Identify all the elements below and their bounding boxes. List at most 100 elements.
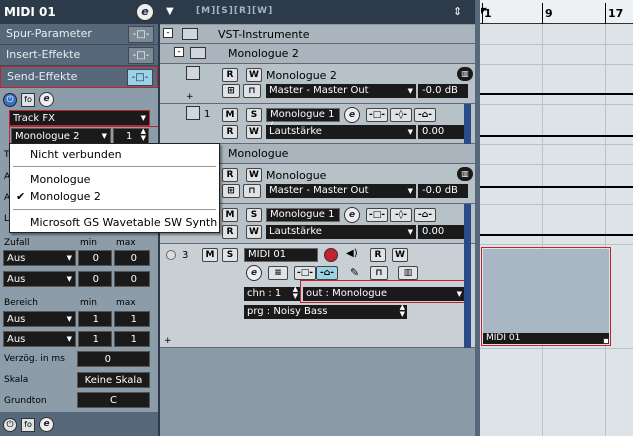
write-button[interactable]: W (246, 168, 262, 182)
midi-output-select[interactable]: out : Monologue (303, 287, 465, 301)
eq-icon[interactable]: -◊- (390, 108, 412, 122)
add-icon[interactable]: + (164, 336, 172, 346)
record-enable-button[interactable] (324, 248, 338, 262)
insert-icon[interactable]: -□- (366, 108, 388, 122)
solo-button[interactable]: S (246, 108, 262, 122)
monitor-icon[interactable]: ◀) (346, 248, 358, 259)
zufall-min-field-1[interactable]: 0 (78, 250, 112, 266)
pencil-icon[interactable]: ✎ (350, 266, 359, 279)
instrument-folder-row[interactable] (160, 44, 475, 64)
group-name[interactable]: Monologue (228, 147, 288, 160)
add-icon[interactable]: + (186, 92, 194, 102)
send-number-field[interactable]: 1 ▲ ▼ (113, 128, 149, 144)
bereich-min-field-2[interactable]: 1 (78, 331, 112, 347)
edit-button[interactable]: e (136, 3, 154, 21)
section-send-effekte[interactable]: Send-Effekte -□- (0, 66, 158, 88)
midi-part[interactable] (483, 249, 609, 333)
solo-button[interactable]: S (246, 208, 262, 222)
inspector-title[interactable]: MIDI 01 (0, 0, 158, 24)
stepper-icon[interactable]: ▲ ▼ (141, 128, 146, 142)
output-routing-select[interactable]: Master - Master Out (266, 84, 416, 98)
track-name-field[interactable]: Monologue 1 ( (266, 108, 340, 132)
volume-field[interactable]: -0.0 dB (418, 184, 468, 198)
zufall-max-field-1[interactable]: 0 (114, 250, 150, 266)
power-icon[interactable]: ⏻ (3, 93, 17, 107)
automation-line[interactable] (480, 234, 633, 236)
volume-field[interactable]: -0.0 dB (418, 84, 468, 98)
zufall-mode-select-2[interactable]: Aus (3, 271, 76, 287)
insert-icon[interactable]: -□- (366, 208, 388, 222)
send-destination-select[interactable]: Monologue 2 (11, 128, 111, 144)
part-resize-handle[interactable] (603, 338, 609, 344)
write-button[interactable]: W (246, 125, 262, 139)
edit-button[interactable]: e (344, 107, 360, 123)
channel-settings-icon[interactable]: ⊞ (222, 184, 240, 198)
menu-item-microsoft-gs[interactable]: Microsoft GS Wavetable SW Synth (10, 215, 219, 231)
channel-settings-icon[interactable]: ⊞ (222, 84, 240, 98)
bypass-icon[interactable]: fo (21, 93, 35, 107)
section-insert-effekte[interactable]: Insert-Effekte -□- (0, 45, 158, 66)
track-name[interactable]: Monologue (266, 169, 326, 182)
lock-icon[interactable]: ⊓ (243, 184, 261, 198)
write-button[interactable]: W (246, 225, 262, 239)
automation-value-field[interactable]: 0.00 (418, 125, 468, 139)
read-button[interactable]: R (222, 168, 238, 182)
eq-icon[interactable]: -◊- (390, 208, 412, 222)
output-routing-select[interactable]: Master - Master Out (266, 184, 416, 198)
track-fx-select[interactable]: Track FX (9, 110, 150, 126)
verzoegerung-field[interactable]: 0 (77, 351, 150, 367)
edit-button[interactable]: e (344, 207, 360, 223)
read-button[interactable]: R (222, 125, 238, 139)
edit-button[interactable]: e (246, 265, 262, 281)
send-icon[interactable]: -⌂- (414, 208, 436, 222)
send-edit-button[interactable]: e (39, 92, 54, 107)
section-toggle-icon[interactable]: -□- (128, 26, 154, 43)
edit-button[interactable]: e (39, 417, 54, 432)
section-toggle-icon[interactable]: -□- (128, 47, 154, 64)
mute-button[interactable]: M (202, 248, 218, 262)
send-icon[interactable]: -⌂- (316, 266, 338, 280)
mute-button[interactable]: M (222, 108, 238, 122)
chevron-down-icon[interactable]: ▼ (166, 6, 174, 17)
lock-icon[interactable]: ⊓ (243, 84, 261, 98)
send-effects-icon[interactable]: -□- (127, 69, 153, 86)
automation-parameter-select[interactable]: Lautstärke (266, 225, 416, 239)
stepper-icon[interactable]: ▲ ▼ (400, 304, 405, 318)
skala-select[interactable]: Keine Skala (77, 372, 150, 388)
solo-button[interactable]: S (222, 248, 238, 262)
section-spur-parameter[interactable]: Spur-Parameter -□- (0, 24, 158, 45)
automation-value-field[interactable]: 0.00 (418, 225, 468, 239)
write-button[interactable]: W (392, 248, 408, 262)
bereich-max-field-2[interactable]: 1 (114, 331, 150, 347)
zufall-min-field-2[interactable]: 0 (78, 271, 112, 287)
collapse-icon[interactable]: - (163, 28, 173, 38)
bereich-mode-select-1[interactable]: Aus (3, 311, 76, 327)
track-name-field[interactable]: Monologue 1 (266, 208, 340, 222)
automation-line[interactable] (480, 93, 633, 95)
mute-button[interactable]: M (222, 208, 238, 222)
insert-icon[interactable]: -□- (294, 266, 316, 280)
grundton-select[interactable]: C (77, 392, 150, 408)
automation-line[interactable] (480, 135, 633, 137)
write-button[interactable]: W (246, 68, 262, 82)
bereich-mode-select-2[interactable]: Aus (3, 331, 76, 347)
menu-item-monologue-2[interactable]: ✔ Monologue 2 (10, 189, 219, 205)
midi-channel-select[interactable]: chn : 1 ▲ ▼ (244, 286, 300, 301)
drum-map-icon[interactable]: ▥ (398, 266, 418, 280)
instrument-edit-icon[interactable]: ▥ (457, 167, 473, 181)
locator-marker-icon[interactable]: ◤ (481, 6, 487, 15)
instrument-edit-icon[interactable]: ▥ (457, 67, 473, 81)
group-name[interactable]: Monologue 2 (228, 47, 299, 60)
midi-fx-icon[interactable]: ≡ (268, 266, 288, 280)
zufall-max-field-2[interactable]: 0 (114, 271, 150, 287)
scroll-arrow-icon[interactable]: ⇕ (453, 5, 465, 19)
automation-line[interactable] (480, 186, 633, 188)
bereich-max-field-1[interactable]: 1 (114, 311, 150, 327)
folder-track[interactable] (160, 25, 475, 44)
bypass-icon[interactable]: fo (21, 418, 35, 432)
stepper-icon[interactable]: ▲ ▼ (293, 286, 298, 300)
read-button[interactable]: R (222, 225, 238, 239)
lock-icon[interactable]: ⊓ (370, 266, 388, 280)
send-icon[interactable]: -⌂- (414, 108, 436, 122)
read-button[interactable]: R (370, 248, 386, 262)
